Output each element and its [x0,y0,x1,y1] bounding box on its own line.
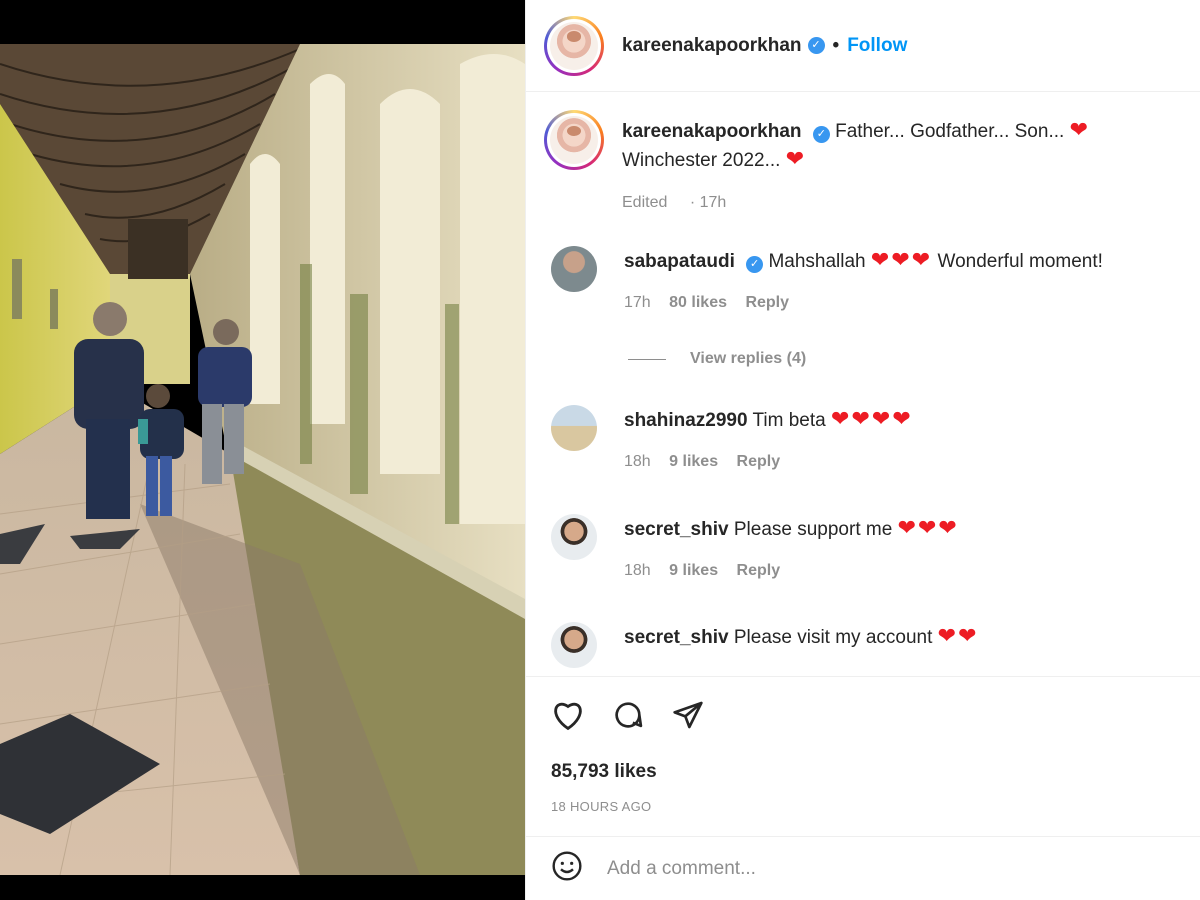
comment-likes[interactable]: 9 likes [669,453,718,470]
verified-icon: ✓ [807,37,825,54]
heart-emoji: ❤❤❤ [897,515,959,540]
view-replies-line [628,358,666,360]
comment-item: sabapataudi ✓ Mahshallah ❤❤❤ Wonderful m… [551,246,1103,312]
comments-list[interactable]: kareenakapoorkhan ✓ Father... Godfather.… [526,92,1200,676]
heart-emoji: ❤ [785,146,807,171]
header-separator: • [832,34,840,56]
comment-time[interactable]: 18h [624,562,651,579]
caption-username[interactable]: kareenakapoorkhan [622,121,802,142]
commenter-avatar[interactable] [551,246,597,292]
verified-icon: ✓ [746,256,764,273]
comment-likes[interactable]: 9 likes [669,562,718,579]
post-photo[interactable] [0,44,525,875]
caption-edited: Edited · 17h [622,194,727,211]
comment-text: Please visit my account [733,627,933,648]
post-actions: 85,793 likes 18 HOURS AGO [526,676,1200,824]
commenter-username[interactable]: sabapataudi [624,251,735,272]
comment-item: secret_shiv Please visit my account ❤❤ [551,622,979,668]
caption-text-line2: Winchester 2022... [622,150,781,171]
heart-emoji: ❤ [1069,117,1090,142]
reply-button[interactable]: Reply [737,562,781,579]
post-header: kareenakapoorkhan ✓ • Follow [526,0,1200,92]
commenter-username[interactable]: shahinaz2990 [624,410,748,431]
comment-icon[interactable] [611,699,645,731]
comment-text-extra: Wonderful moment! [937,251,1103,272]
view-replies-label: View replies (4) [690,350,807,367]
reply-button[interactable]: Reply [737,453,781,470]
commenter-avatar[interactable] [551,514,597,560]
commenter-username[interactable]: secret_shiv [624,627,729,648]
comment-input[interactable] [607,857,1127,880]
follow-button[interactable]: Follow [847,35,907,57]
comment-text: Please support me [733,519,893,540]
heart-emoji: ❤❤ [937,623,979,648]
comment-text: Mahshallah [768,251,866,272]
comment-item: secret_shiv Please support me ❤❤❤ 18h 9 … [551,514,959,580]
view-replies-button[interactable]: View replies (4) [628,350,806,368]
comment-text: Tim beta [752,410,826,431]
comment-time[interactable]: 17h [624,294,651,311]
comment-time[interactable]: 18h [624,453,651,470]
commenter-avatar[interactable] [551,405,597,451]
reply-button[interactable]: Reply [745,294,789,311]
commenter-avatar[interactable] [551,622,597,668]
heart-icon[interactable] [551,699,585,731]
post-details-panel: kareenakapoorkhan ✓ • Follow kareenakapo… [525,0,1200,900]
post-caption: kareenakapoorkhan ✓ Father... Godfather.… [544,110,1182,212]
comment-likes[interactable]: 80 likes [669,294,727,311]
post-media-panel [0,0,525,900]
heart-emoji: ❤❤❤❤ [831,406,913,431]
caption-text-line1: Father... Godfather... Son... [835,121,1065,142]
commenter-username[interactable]: secret_shiv [624,519,729,540]
share-icon[interactable] [671,699,705,731]
heart-emoji: ❤❤❤ [870,247,933,272]
caption-avatar[interactable] [544,110,604,170]
likes-count[interactable]: 85,793 likes [551,761,657,783]
author-avatar[interactable] [544,15,604,76]
post-timestamp: 18 HOURS AGO [551,799,652,814]
verified-icon: ✓ [812,126,830,143]
author-username[interactable]: kareenakapoorkhan [622,35,802,57]
smiley-icon[interactable] [551,850,583,887]
cloister-photo-illustration [0,44,525,875]
comment-item: shahinaz2990 Tim beta ❤❤❤❤ 18h 9 likes R… [551,405,913,471]
add-comment-bar [526,836,1200,900]
